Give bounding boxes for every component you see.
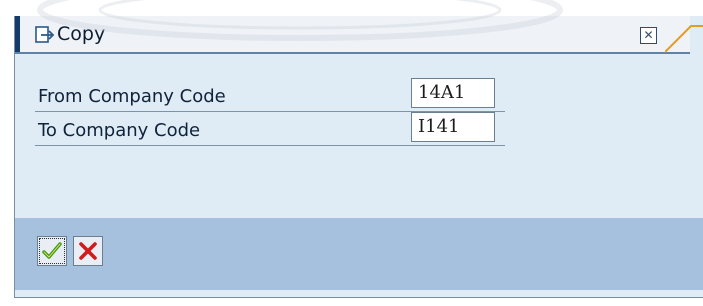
cancel-x-icon	[79, 242, 97, 260]
to-company-code-label: To Company Code	[38, 120, 201, 141]
close-icon[interactable]: ✕	[640, 27, 657, 44]
titlebar-corner	[665, 25, 703, 53]
titlebar-accent	[15, 16, 20, 52]
cancel-button[interactable]	[73, 236, 103, 266]
copy-form: From Company Code 14A1 To Company Code I…	[35, 78, 505, 146]
to-company-code-row: To Company Code I141	[35, 112, 505, 146]
copy-dialog: Copy ✕ From Company Code 14A1 To Company…	[14, 16, 703, 298]
to-company-code-input[interactable]: I141	[411, 112, 495, 142]
from-company-code-label: From Company Code	[38, 86, 226, 107]
from-company-code-row: From Company Code 14A1	[35, 78, 505, 112]
copy-icon	[35, 26, 55, 44]
confirm-button[interactable]	[37, 236, 67, 266]
from-company-code-input[interactable]: 14A1	[411, 78, 495, 108]
checkmark-icon	[42, 242, 62, 259]
dialog-footer	[15, 218, 703, 290]
dialog-title: Copy	[57, 23, 106, 45]
dialog-titlebar: Copy ✕	[15, 16, 703, 54]
